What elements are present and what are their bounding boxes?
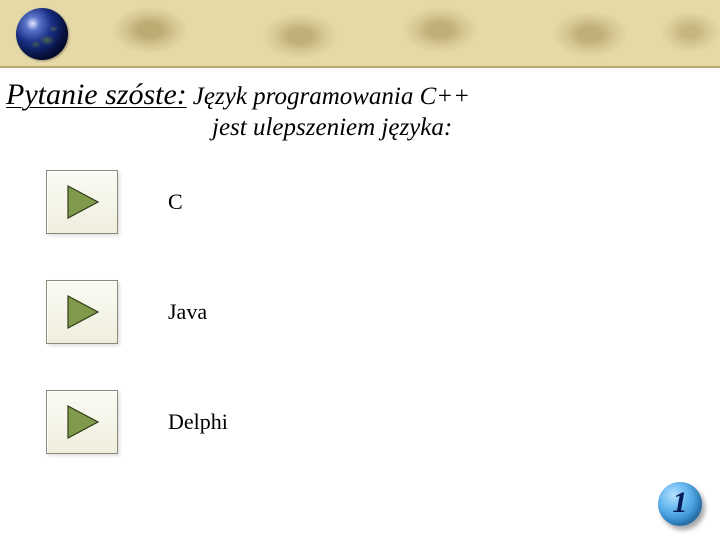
answer-row: C	[0, 170, 720, 234]
slide-number-badge: 1	[658, 482, 702, 526]
answer-row: Delphi	[0, 390, 720, 454]
question-body-part2: jest ulepszeniem języka:	[6, 114, 714, 142]
question-line-1: Pytanie szóste: Język programowania C++	[6, 78, 714, 112]
answer-button-1[interactable]	[46, 280, 118, 344]
globe-icon	[16, 8, 68, 60]
question-body-part1: Język programowania C++	[193, 83, 470, 111]
answer-label: Delphi	[168, 409, 228, 435]
answer-label: C	[168, 189, 183, 215]
question-block: Pytanie szóste: Język programowania C++ …	[0, 68, 720, 142]
play-icon	[62, 402, 102, 442]
play-icon	[62, 182, 102, 222]
slide-number-disc: 1	[658, 482, 702, 526]
question-title: Pytanie szóste:	[6, 78, 187, 112]
play-icon	[62, 292, 102, 332]
answer-button-0[interactable]	[46, 170, 118, 234]
slide-number: 1	[673, 486, 688, 520]
answer-button-2[interactable]	[46, 390, 118, 454]
header-banner	[0, 0, 720, 68]
answers-list: C Java Delphi	[0, 170, 720, 454]
answer-label: Java	[168, 299, 207, 325]
answer-row: Java	[0, 280, 720, 344]
